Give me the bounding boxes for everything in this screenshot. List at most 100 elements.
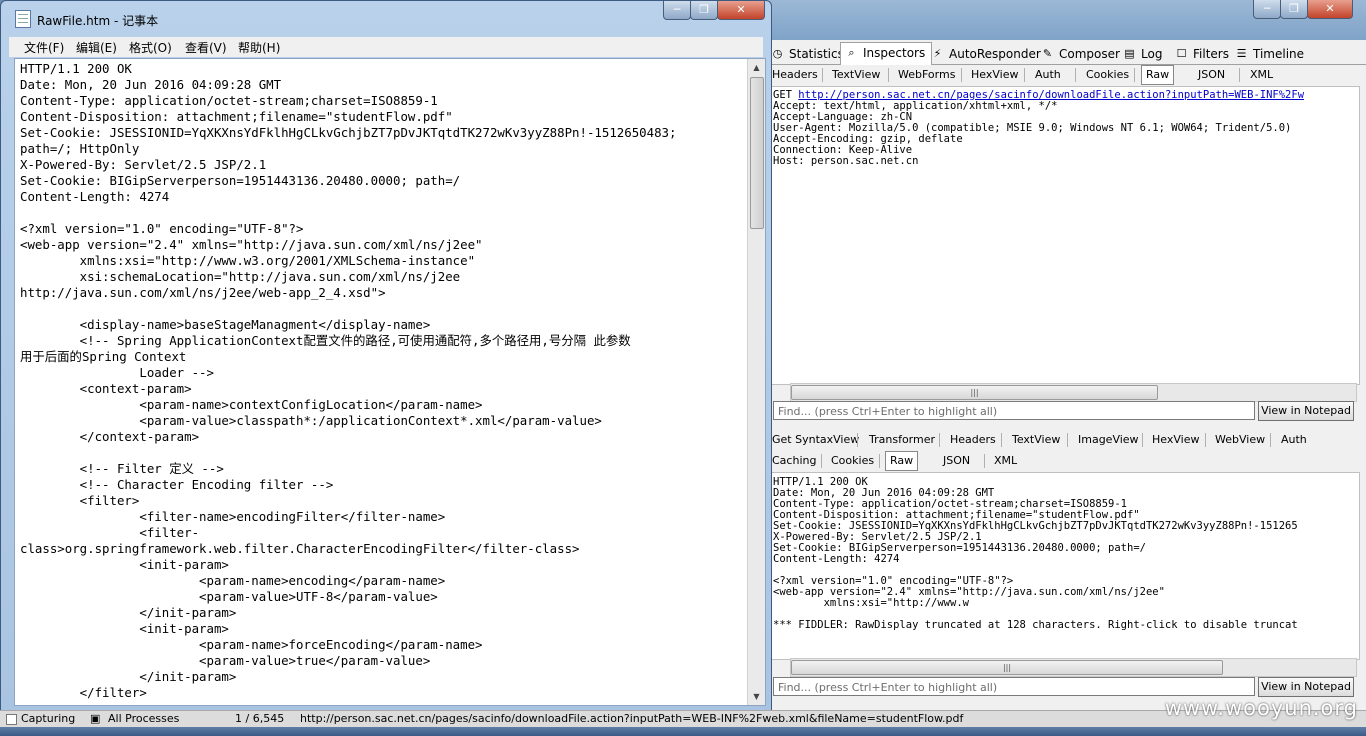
session-count: 1 / 6,545	[235, 712, 285, 725]
text-line: <?xml version="1.0" encoding="UTF-8"?>	[20, 221, 304, 236]
text-line: HTTP/1.1 200 OK	[20, 61, 132, 76]
response-raw-pane[interactable]: HTTP/1.1 200 OK Date: Mon, 20 Jun 2016 04…	[771, 472, 1360, 660]
text-line: </filter>	[20, 685, 147, 700]
text-line: Content-Length: 4274	[20, 189, 170, 204]
tab-autoresponder[interactable]: ⚡ AutoResponder	[927, 44, 1047, 64]
scroll-down-arrow-icon[interactable]: ▼	[748, 688, 765, 705]
minimize-button[interactable]: ─	[1253, 0, 1281, 19]
checkbox-icon: ☐	[1176, 47, 1187, 60]
resp-tab-imageview[interactable]: ImageView	[1078, 431, 1139, 449]
menu-bar: 文件(F) 编辑(E) 格式(O) 查看(V) 帮助(H)	[9, 37, 763, 57]
text-line: path=/; HttpOnly	[20, 141, 140, 156]
response-view-in-notepad-button[interactable]: View in Notepad	[1258, 677, 1354, 697]
log-icon: ▤	[1124, 47, 1135, 60]
request-subtabs: Headers TextView WebForms HexView Auth C…	[765, 65, 1366, 85]
menu-view[interactable]: 查看(V)	[185, 39, 227, 56]
resp-tab-raw[interactable]: Raw	[885, 451, 919, 471]
text-line: Set-Cookie: BIGipServerperson=1951443136…	[20, 173, 461, 188]
close-button[interactable]: ✕	[717, 1, 765, 20]
tab-filters[interactable]: ☐ Filters	[1171, 44, 1235, 64]
tab-statistics[interactable]: ◷ Statistics	[767, 44, 850, 64]
inspectors-icon: ⌕	[848, 46, 855, 59]
text-line	[20, 301, 748, 317]
tab-timeline[interactable]: ☰ Timeline	[1231, 44, 1310, 64]
selected-session-url: http://person.sac.net.cn/pages/sacinfo/d…	[300, 712, 964, 725]
scroll-thumb[interactable]: |||	[791, 385, 1158, 400]
process-filter-icon: ▣	[90, 712, 101, 725]
text-line	[20, 205, 748, 221]
text-line: <!-- Filter 定义 -->	[20, 461, 224, 476]
process-filter[interactable]: All Processes	[108, 711, 179, 727]
fiddler-titlebar: ─ ❐ ✕	[765, 0, 1366, 40]
resp-tab-textview[interactable]: TextView	[1012, 431, 1060, 449]
text-line: <filter-	[20, 525, 200, 540]
menu-edit[interactable]: 编辑(E)	[76, 39, 117, 56]
resp-tab-headers[interactable]: Headers	[950, 431, 996, 449]
response-body: HTTP/1.1 200 OK Date: Mon, 20 Jun 2016 04…	[773, 477, 1298, 631]
response-line: *** FIDDLER: RawDisplay truncated at 128…	[773, 619, 1298, 631]
text-line: http://java.sun.com/xml/ns/j2ee/web-app_…	[20, 285, 386, 300]
response-line: xmlns:xsi="http://www.w	[773, 597, 969, 609]
req-tab-hexview[interactable]: HexView	[971, 66, 1018, 84]
resp-tab-auth[interactable]: Auth	[1281, 431, 1307, 449]
resp-tab-xml[interactable]: XML	[994, 452, 1017, 470]
window-title: RawFile.htm - 记事本	[37, 14, 159, 28]
menu-help[interactable]: 帮助(H)	[238, 39, 280, 56]
scroll-up-arrow-icon[interactable]: ▲	[748, 59, 765, 76]
req-tab-textview[interactable]: TextView	[832, 66, 880, 84]
text-line: X-Powered-By: Servlet/2.5 JSP/2.1	[20, 157, 267, 172]
menu-format[interactable]: 格式(O)	[129, 39, 172, 56]
fiddler-window: ─ ❐ ✕ ◷ Statistics ⌕ Inspectors ⚡ AutoRespo…	[765, 0, 1366, 736]
resp-tab-get-syntaxview[interactable]: Get SyntaxView	[772, 431, 859, 449]
resp-tab-hexview[interactable]: HexView	[1152, 431, 1199, 449]
close-button[interactable]: ✕	[1307, 0, 1353, 19]
request-header-line: Host: person.sac.net.cn	[773, 155, 919, 167]
request-find-input[interactable]: Find... (press Ctrl+Enter to highlight a…	[773, 401, 1255, 420]
request-view-in-notepad-button[interactable]: View in Notepad	[1258, 401, 1354, 421]
resp-tab-json[interactable]: JSON	[943, 452, 970, 470]
response-subtabs-row2: Caching Cookies Raw JSON XML	[765, 451, 1366, 471]
menu-file[interactable]: 文件(F)	[24, 39, 64, 56]
resp-tab-webview[interactable]: WebView	[1215, 431, 1265, 449]
tab-inspectors[interactable]: ⌕ Inspectors	[840, 42, 933, 66]
capture-icon[interactable]	[6, 714, 17, 725]
text-line: <filter>	[20, 493, 140, 508]
scroll-thumb[interactable]	[750, 77, 764, 229]
req-tab-json[interactable]: JSON	[1198, 66, 1225, 84]
req-tab-webforms[interactable]: WebForms	[898, 66, 955, 84]
text-editor[interactable]: HTTP/1.1 200 OK Date: Mon, 20 Jun 2016 04…	[14, 58, 766, 706]
tab-composer[interactable]: ✎ Composer	[1037, 44, 1126, 64]
text-line: xmlns:xsi="http://www.w3.org/2001/XMLSch…	[20, 253, 476, 268]
statistics-icon: ◷	[772, 47, 783, 60]
response-find-input[interactable]: Find... (press Ctrl+Enter to highlight a…	[773, 677, 1255, 696]
text-line: <param-name>forceEncoding</param-name>	[20, 637, 483, 652]
minimize-button[interactable]: ─	[663, 1, 691, 20]
text-line: <param-value>classpath*:/applicationCont…	[20, 413, 602, 428]
resp-tab-transformer[interactable]: Transformer	[869, 431, 935, 449]
maximize-button[interactable]: ❐	[690, 1, 718, 20]
request-hscrollbar[interactable]: |||	[790, 383, 1357, 402]
resp-tab-cookies[interactable]: Cookies	[831, 452, 874, 470]
timeline-icon: ☰	[1236, 47, 1247, 60]
text-line: </init-param>	[20, 605, 237, 620]
request-raw-pane[interactable]: GET http://person.sac.net.cn/pages/sacin…	[771, 86, 1360, 385]
document-text: HTTP/1.1 200 OK Date: Mon, 20 Jun 2016 04…	[20, 61, 748, 701]
scroll-thumb[interactable]: |||	[791, 660, 1223, 675]
lightning-icon: ⚡	[933, 47, 942, 60]
response-line: Content-Length: 4274	[773, 553, 900, 565]
req-tab-xml[interactable]: XML	[1250, 66, 1273, 84]
req-tab-headers[interactable]: Headers	[772, 66, 818, 84]
text-line: Set-Cookie: JSESSIONID=YqXKXnsYdFklhHgCL…	[20, 125, 677, 140]
resp-tab-caching[interactable]: Caching	[772, 452, 816, 470]
text-line: </init-param>	[20, 669, 237, 684]
tab-log[interactable]: ▤ Log	[1119, 44, 1168, 64]
capturing-status[interactable]: Capturing	[21, 711, 75, 727]
vertical-scrollbar[interactable]: ▲ ▼	[747, 59, 765, 705]
text-line: <!-- Spring ApplicationContext配置文件的路径,可使…	[20, 333, 631, 348]
response-hscrollbar[interactable]: |||	[790, 658, 1357, 677]
maximize-button[interactable]: ❐	[1280, 0, 1308, 19]
req-tab-cookies[interactable]: Cookies	[1086, 66, 1129, 84]
text-line: <init-param>	[20, 621, 229, 636]
req-tab-auth[interactable]: Auth	[1035, 66, 1061, 84]
req-tab-raw[interactable]: Raw	[1141, 65, 1175, 85]
